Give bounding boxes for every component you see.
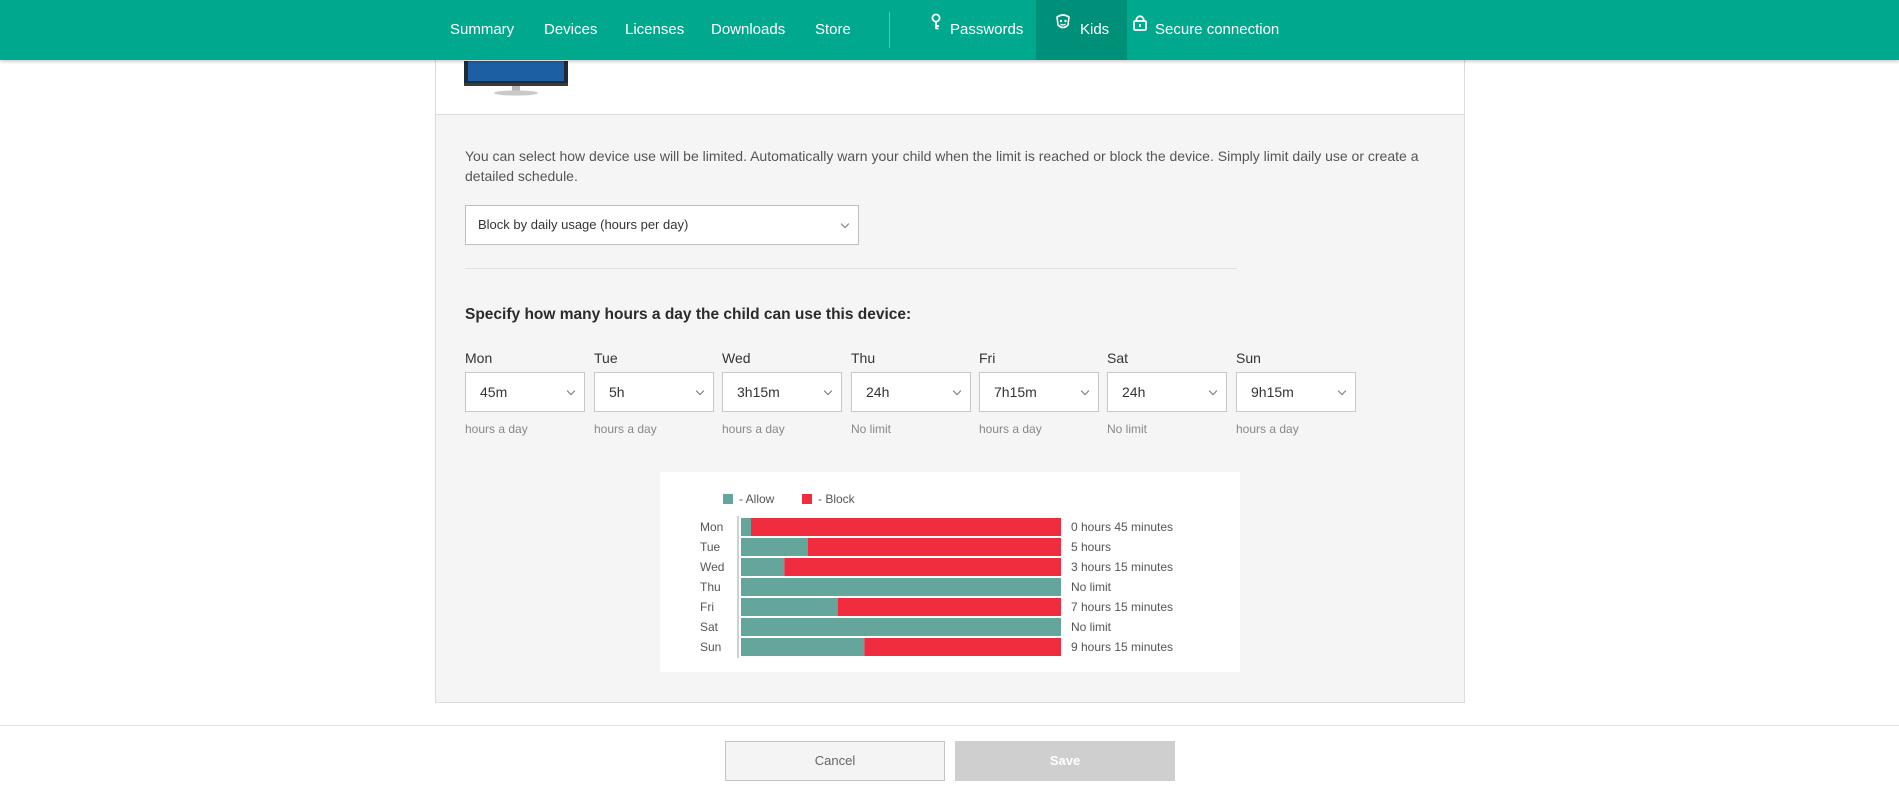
chart-bar-block [837, 598, 1061, 616]
chart-bar-allow [741, 558, 785, 576]
chart-category-label: Sat [700, 620, 719, 634]
footer-divider [0, 725, 1899, 726]
day-hours-select[interactable]: 24h [1107, 372, 1227, 412]
nav-summary[interactable]: Summary [450, 0, 514, 60]
chevron-down-icon [840, 219, 850, 229]
save-button[interactable]: Save [955, 741, 1175, 781]
day-note: No limit [851, 422, 892, 436]
day-sat: Sat 24h No limit [1107, 350, 1229, 436]
day-thu: Thu 24h No limit [851, 350, 973, 436]
day-sun: Sun 9h15m hours a day [1236, 350, 1358, 436]
day-hours-value: 24h [1122, 384, 1146, 400]
day-hours-select[interactable]: 45m [465, 372, 585, 412]
chevron-down-icon [1208, 386, 1218, 396]
cancel-button[interactable]: Cancel [725, 741, 945, 781]
day-hours-value: 5h [609, 384, 625, 400]
day-hours-select[interactable]: 5h [594, 372, 714, 412]
chevron-down-icon [1080, 386, 1090, 396]
chart-bar-allow [741, 538, 808, 556]
chevron-down-icon [823, 386, 833, 396]
day-wed: Wed 3h15m hours a day [722, 350, 844, 436]
chart-bar-allow [741, 618, 1061, 636]
nav-kids-label: Kids [1080, 21, 1110, 38]
day-note: hours a day [1236, 422, 1299, 436]
nav-secure-connection[interactable]: Secure connection [1133, 0, 1279, 60]
chart-category-label: Wed [700, 560, 724, 574]
day-hours-select[interactable]: 3h15m [722, 372, 842, 412]
day-hours-value: 9h15m [1251, 384, 1294, 400]
nav-devices[interactable]: Devices [544, 0, 597, 60]
chart-category-label: Fri [700, 600, 714, 614]
day-note: No limit [1107, 422, 1148, 436]
chart-bar-block [784, 558, 1061, 576]
day-tue: Tue 5h hours a day [594, 350, 716, 436]
daily-hours-heading: Specify how many hours a day the child c… [465, 306, 912, 323]
day-label: Thu [851, 350, 876, 366]
section-divider [465, 268, 1237, 269]
nav-store[interactable]: Store [815, 0, 851, 60]
day-label: Mon [465, 350, 493, 366]
day-label: Sat [1107, 350, 1129, 366]
chart-value-label: 5 hours [1071, 540, 1111, 554]
day-fri: Fri 7h15m hours a day [979, 350, 1101, 436]
nav-licenses[interactable]: Licenses [625, 0, 684, 60]
day-label: Sun [1236, 350, 1261, 366]
usage-chart-svg: Mon 0 hours 45 minutes Tue 5 hours Wed 3 hour… [700, 516, 1173, 658]
day-mon: Mon 45m hours a day [465, 350, 587, 436]
chevron-down-icon [952, 386, 962, 396]
day-hours-value: 3h15m [737, 384, 780, 400]
day-hours-value: 24h [866, 384, 890, 400]
limit-description: You can select how device use will be li… [465, 148, 1419, 184]
top-navigation: Summary Devices Licenses Downloads Store… [0, 0, 1899, 60]
day-hours-select[interactable]: 24h [851, 372, 971, 412]
chart-bar-block [807, 538, 1061, 556]
day-hours-select[interactable]: 7h15m [979, 372, 1099, 412]
chart-bar-allow [741, 638, 865, 656]
chart-value-label: 7 hours 15 minutes [1071, 600, 1173, 614]
chevron-down-icon [695, 386, 705, 396]
chart-category-label: Tue [700, 540, 721, 554]
day-note: hours a day [722, 422, 785, 436]
chart-category-label: Sun [700, 640, 721, 654]
chevron-down-icon [566, 386, 576, 396]
nav-passwords-label: Passwords [950, 21, 1024, 38]
chart-value-label: 3 hours 15 minutes [1071, 560, 1173, 574]
day-hours-select[interactable]: 9h15m [1236, 372, 1356, 412]
usage-chart: - Allow - Block Mon 0 hours 45 minutes Tue… [660, 472, 1240, 672]
chart-bar-allow [741, 578, 1061, 596]
chart-category-label: Thu [700, 580, 721, 594]
day-hours-value: 7h15m [994, 384, 1037, 400]
nav-downloads[interactable]: Downloads [711, 0, 785, 60]
nav-secure-connection-label: Secure connection [1155, 21, 1280, 38]
chart-bar-allow [741, 598, 838, 616]
lock-icon [1133, 0, 1147, 57]
chart-value-label: 0 hours 45 minutes [1071, 520, 1173, 534]
chart-bar-allow [741, 518, 751, 536]
chart-bar-block [864, 638, 1061, 656]
chart-value-label: No limit [1071, 620, 1112, 634]
day-note: hours a day [465, 422, 528, 436]
key-icon [930, 0, 942, 57]
chart-bar-block [751, 518, 1061, 536]
nav-separator [889, 12, 890, 48]
day-hours-value: 45m [480, 384, 508, 400]
day-label: Fri [979, 350, 996, 366]
day-label: Tue [594, 350, 618, 366]
chart-value-label: 9 hours 15 minutes [1071, 640, 1173, 654]
chart-category-label: Mon [700, 520, 723, 534]
day-note: hours a day [979, 422, 1042, 436]
nav-kids[interactable]: Kids [1036, 0, 1128, 60]
limit-mode-select[interactable]: Block by daily usage (hours per day) [465, 205, 859, 245]
nav-passwords[interactable]: Passwords [930, 0, 1023, 60]
day-note: hours a day [594, 422, 657, 436]
chart-value-label: No limit [1071, 580, 1112, 594]
chevron-down-icon [1337, 386, 1347, 396]
day-label: Wed [722, 350, 751, 366]
kids-icon [1054, 0, 1072, 57]
limit-mode-value: Block by daily usage (hours per day) [478, 217, 689, 232]
monitor-icon [462, 61, 570, 97]
